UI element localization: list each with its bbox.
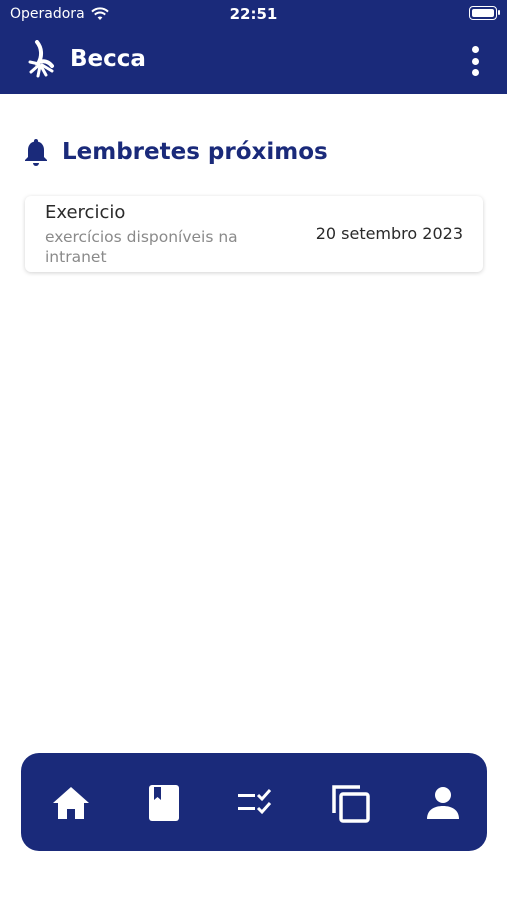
- app-title: Becca: [70, 46, 146, 72]
- nav-profile-button[interactable]: [423, 783, 463, 823]
- becca-logo-icon: [28, 40, 54, 78]
- reminder-description: exercícios disponíveis na intranet: [45, 228, 238, 266]
- section-header: Lembretes próximos: [24, 138, 328, 166]
- checklist-icon: [238, 789, 272, 815]
- reminder-card[interactable]: Exercicio exercícios disponíveis na intr…: [25, 196, 483, 272]
- more-dot-icon: [471, 69, 479, 76]
- section-title: Lembretes próximos: [62, 139, 328, 165]
- copy-icon: [332, 785, 370, 823]
- more-dot-icon: [471, 46, 479, 53]
- more-dot-icon: [471, 57, 479, 65]
- home-icon: [53, 787, 89, 819]
- nav-tasks-button[interactable]: [237, 783, 277, 823]
- battery-icon: [469, 6, 500, 20]
- status-bar: Operadora 22:51: [0, 0, 507, 28]
- reminder-date: 20 setembro 2023: [315, 224, 463, 243]
- app-bar: Becca: [0, 28, 507, 94]
- more-options-button[interactable]: [463, 44, 487, 78]
- clock: 22:51: [229, 5, 278, 23]
- bell-icon: [25, 139, 47, 166]
- nav-book-button[interactable]: [144, 783, 184, 823]
- nav-home-button[interactable]: [51, 783, 91, 823]
- nav-copy-button[interactable]: [330, 783, 370, 823]
- bottom-navigation: [21, 753, 487, 851]
- reminder-title: Exercicio: [45, 202, 126, 223]
- person-icon: [427, 787, 459, 819]
- book-icon: [149, 785, 179, 821]
